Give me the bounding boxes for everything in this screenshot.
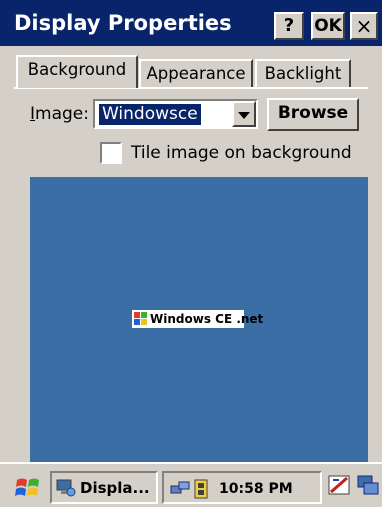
tab-backlight[interactable]: Backlight bbox=[255, 59, 351, 89]
windows-ce-logo: Windows CE .net bbox=[132, 310, 263, 328]
tab-background[interactable]: Background bbox=[16, 55, 138, 88]
window-title: Display Properties bbox=[14, 11, 232, 35]
clock[interactable]: 10:58 PM bbox=[219, 479, 293, 499]
image-select-value: Windowsce bbox=[99, 104, 201, 125]
image-select[interactable]: Windowsce bbox=[93, 99, 258, 129]
tile-checkbox-label[interactable]: Tile image on background bbox=[131, 141, 352, 165]
image-label: Image: bbox=[30, 102, 89, 126]
input-panel-icon bbox=[328, 475, 350, 495]
show-desktop-button[interactable] bbox=[356, 472, 382, 502]
taskbar-button-label: Displa... bbox=[80, 479, 150, 497]
help-button[interactable]: ? bbox=[274, 12, 304, 40]
image-label-text: Image: bbox=[30, 104, 89, 124]
input-panel-button[interactable] bbox=[327, 472, 353, 502]
taskbar: Displa... 10:58 PM bbox=[0, 462, 382, 507]
ok-button[interactable]: OK bbox=[311, 12, 345, 40]
windows-flag-icon bbox=[134, 312, 147, 325]
tile-checkbox[interactable] bbox=[100, 142, 122, 164]
dropdown-button[interactable] bbox=[232, 101, 256, 127]
logo-text: Windows CE .net bbox=[150, 312, 264, 326]
desktop-icon bbox=[357, 475, 379, 495]
close-button[interactable]: × bbox=[350, 12, 378, 40]
wallpaper-preview: Windows CE .net bbox=[30, 177, 368, 462]
system-tray: 10:58 PM bbox=[162, 471, 322, 504]
title-bar: Display Properties ? OK × bbox=[0, 0, 382, 46]
chevron-down-icon bbox=[238, 112, 250, 119]
tab-appearance[interactable]: Appearance bbox=[139, 59, 253, 89]
battery-icon[interactable] bbox=[192, 478, 214, 500]
start-button[interactable] bbox=[14, 474, 44, 502]
display-icon bbox=[56, 479, 76, 497]
browse-button[interactable]: Browse bbox=[267, 98, 359, 131]
start-flag-icon bbox=[15, 478, 39, 496]
taskbar-button-display[interactable]: Displa... bbox=[50, 471, 158, 504]
network-icon[interactable] bbox=[170, 478, 190, 498]
